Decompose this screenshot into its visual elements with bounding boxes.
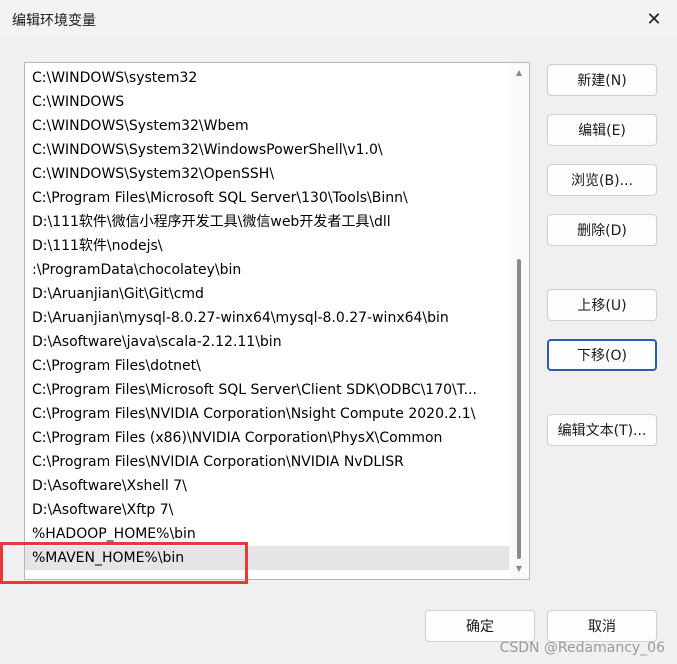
browse-button[interactable]: 浏览(B)... bbox=[547, 164, 657, 196]
close-icon: ✕ bbox=[646, 8, 662, 30]
path-list-item[interactable]: D:\Aruanjian\Git\Git\cmd bbox=[25, 282, 509, 306]
path-list-item[interactable]: :\ProgramData\chocolatey\bin bbox=[25, 258, 509, 282]
path-list-item[interactable]: C:\WINDOWS\System32\OpenSSH\ bbox=[25, 162, 509, 186]
edit-text-button[interactable]: 编辑文本(T)... bbox=[547, 414, 657, 446]
close-button[interactable]: ✕ bbox=[631, 0, 677, 38]
path-list[interactable]: %MAVEN_HOME%\bin %HADOOP_HOME%\bin D:\Asof… bbox=[24, 62, 530, 580]
path-list-item[interactable]: C:\Program Files\Microsoft SQL Server\Cl… bbox=[25, 378, 509, 402]
annotation-highlight-box bbox=[0, 542, 248, 584]
vertical-scrollbar[interactable]: ▲ ▼ bbox=[509, 63, 529, 579]
path-list-item[interactable]: D:\Asoftware\Xftp 7\ bbox=[25, 498, 509, 522]
path-list-item[interactable]: D:\Asoftware\java\scala-2.12.11\bin bbox=[25, 330, 509, 354]
new-button[interactable]: 新建(N) bbox=[547, 64, 657, 96]
path-list-item[interactable]: C:\Program Files\Microsoft SQL Server\13… bbox=[25, 186, 509, 210]
path-list-item[interactable]: C:\WINDOWS bbox=[25, 90, 509, 114]
path-list-item[interactable]: C:\Program Files\NVIDIA Corporation\NVID… bbox=[25, 450, 509, 474]
path-list-item[interactable]: C:\Program Files\NVIDIA Corporation\Nsig… bbox=[25, 402, 509, 426]
scroll-down-arrow-icon[interactable]: ▼ bbox=[512, 563, 526, 575]
path-list-item[interactable]: C:\Program Files\dotnet\ bbox=[25, 354, 509, 378]
path-list-item[interactable]: C:\WINDOWS\System32\WindowsPowerShell\v1… bbox=[25, 138, 509, 162]
path-list-item[interactable]: D:\111软件\微信小程序开发工具\微信web开发者工具\dll bbox=[25, 210, 509, 234]
scroll-thumb[interactable] bbox=[517, 259, 521, 559]
title-bar: 编辑环境变量 ✕ bbox=[0, 0, 677, 38]
move-down-button[interactable]: 下移(O) bbox=[547, 339, 657, 371]
path-list-item[interactable]: C:\WINDOWS\system32 bbox=[25, 66, 509, 90]
path-list-item[interactable]: D:\Aruanjian\mysql-8.0.27-winx64\mysql-8… bbox=[25, 306, 509, 330]
path-list-item[interactable]: C:\Program Files (x86)\NVIDIA Corporatio… bbox=[25, 426, 509, 450]
edit-button[interactable]: 编辑(E) bbox=[547, 114, 657, 146]
delete-button[interactable]: 删除(D) bbox=[547, 214, 657, 246]
path-list-item[interactable]: D:\Asoftware\Xshell 7\ bbox=[25, 474, 509, 498]
cancel-button[interactable]: 取消 bbox=[547, 610, 657, 642]
window-title: 编辑环境变量 bbox=[12, 13, 96, 29]
watermark-text: CSDN @Redamancy_06 bbox=[499, 640, 665, 656]
path-list-item[interactable]: C:\WINDOWS\System32\Wbem bbox=[25, 114, 509, 138]
path-list-item[interactable]: D:\111软件\nodejs\ bbox=[25, 234, 509, 258]
move-up-button[interactable]: 上移(U) bbox=[547, 289, 657, 321]
ok-button[interactable]: 确定 bbox=[425, 610, 535, 642]
scroll-up-arrow-icon[interactable]: ▲ bbox=[512, 67, 526, 79]
